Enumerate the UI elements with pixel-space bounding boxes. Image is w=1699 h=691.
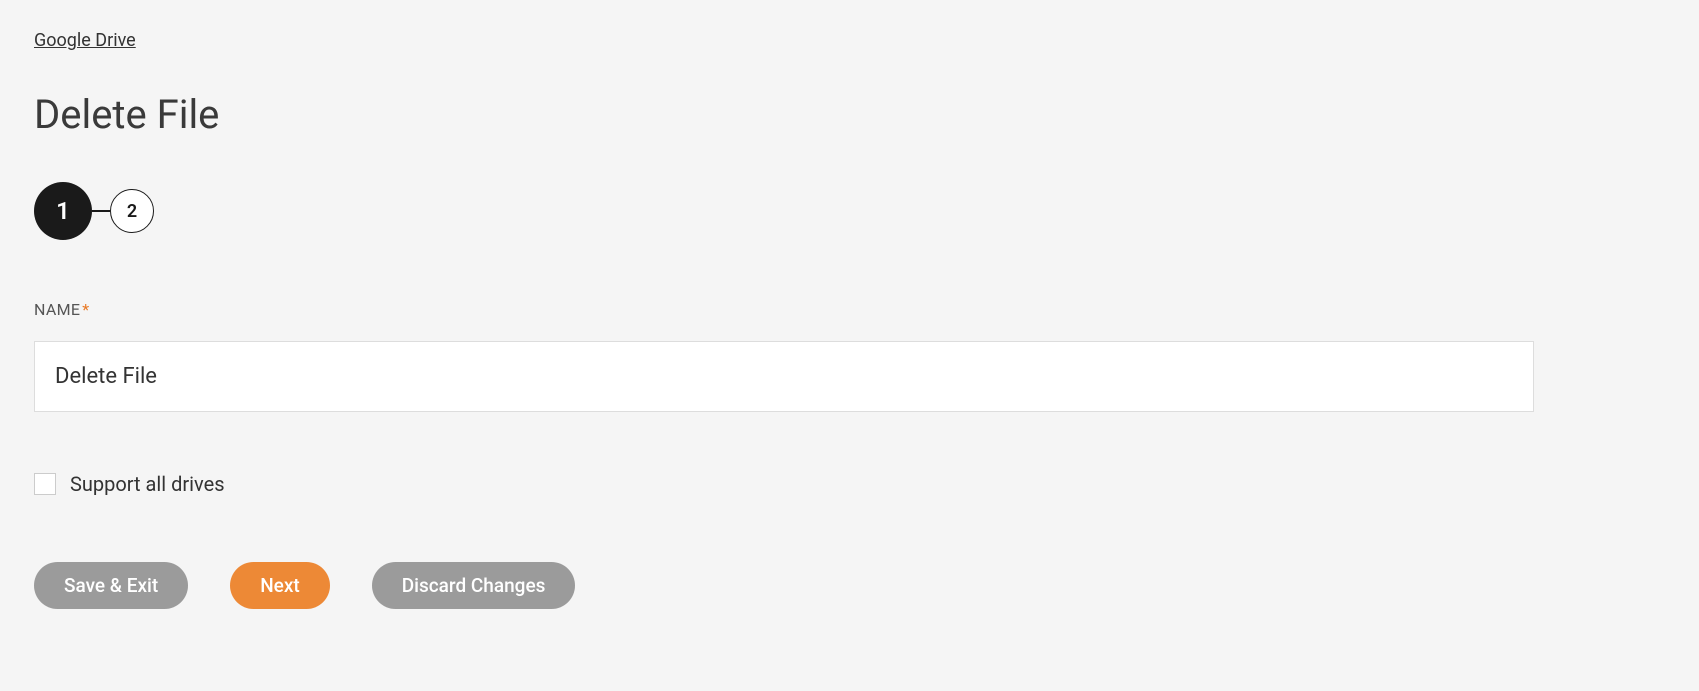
page-title: Delete File — [34, 91, 1665, 138]
support-drives-checkbox[interactable] — [34, 473, 56, 495]
stepper: 1 2 — [34, 182, 1665, 240]
required-asterisk: * — [82, 300, 89, 319]
step-1[interactable]: 1 — [34, 182, 92, 240]
button-row: Save & Exit Next Discard Changes — [34, 562, 1665, 609]
name-input[interactable] — [34, 341, 1534, 412]
support-drives-row: Support all drives — [34, 472, 1665, 496]
name-label-text: NAME — [34, 300, 80, 319]
name-field-label: NAME* — [34, 300, 1665, 319]
save-exit-button[interactable]: Save & Exit — [34, 562, 188, 609]
form-section: NAME* — [34, 300, 1665, 412]
breadcrumb-link[interactable]: Google Drive — [34, 30, 136, 51]
step-2[interactable]: 2 — [110, 189, 154, 233]
support-drives-label: Support all drives — [70, 472, 225, 496]
next-button[interactable]: Next — [230, 562, 330, 609]
discard-changes-button[interactable]: Discard Changes — [372, 562, 576, 609]
step-connector — [92, 210, 110, 212]
